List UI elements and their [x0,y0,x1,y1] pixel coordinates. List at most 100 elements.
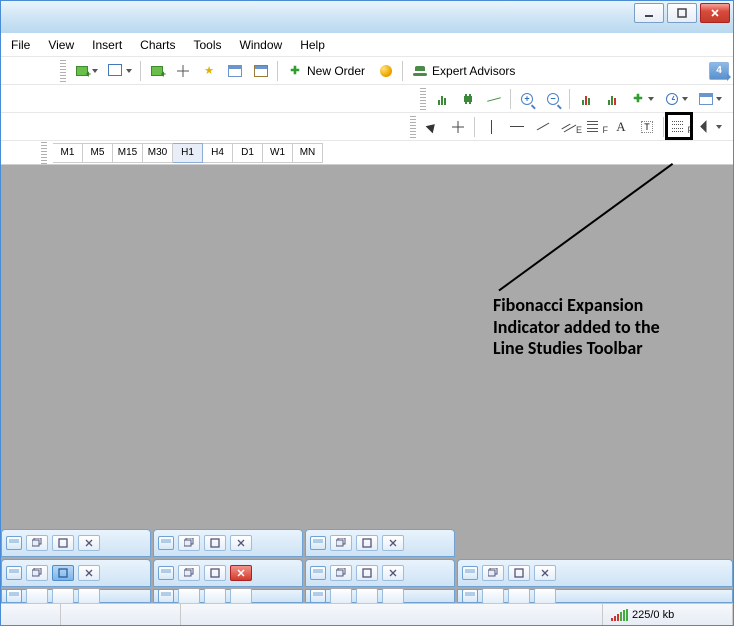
auto-scroll-button[interactable] [574,88,598,110]
indicators-button[interactable]: ✚ [626,88,658,110]
notifications-badge[interactable]: 4 [709,62,729,80]
equidistant-channel-button[interactable]: E [557,116,581,138]
zoom-in-button[interactable]: + [515,88,539,110]
bar-chart-button[interactable] [430,88,454,110]
mdi-window[interactable] [457,559,733,587]
window-minimize-button[interactable] [634,3,664,23]
mdi-close-button[interactable] [534,589,556,603]
line-chart-button[interactable] [482,88,506,110]
mdi-close-button[interactable] [78,589,100,603]
mdi-restore-button[interactable] [330,589,352,603]
periodicity-button[interactable] [660,88,692,110]
mdi-close-button[interactable] [78,565,100,581]
horizontal-line-button[interactable] [505,116,529,138]
timeframe-mn[interactable]: MN [293,143,323,163]
status-connection[interactable]: 225/0 kb [603,604,733,625]
templates-button[interactable] [694,88,726,110]
arrows-button[interactable] [694,116,726,138]
text-label-button[interactable]: T [635,116,659,138]
mdi-maximize-button[interactable] [356,535,378,551]
mdi-close-button[interactable] [230,535,252,551]
navigator-button[interactable] [171,60,195,82]
menu-file[interactable]: File [11,38,30,52]
mdi-close-button[interactable] [230,589,252,603]
timeframe-m5[interactable]: M5 [83,143,113,163]
timeframe-m15[interactable]: M15 [113,143,143,163]
new-order-button[interactable]: ✚ New Order [282,60,372,82]
toolbar-grip[interactable] [41,142,47,164]
menu-help[interactable]: Help [300,38,325,52]
profiles-button[interactable] [104,60,136,82]
mdi-window[interactable] [305,589,455,603]
mdi-maximize-button[interactable] [204,535,226,551]
menu-tools[interactable]: Tools [194,38,222,52]
expert-advisors-button[interactable]: Expert Advisors [407,60,522,82]
chart-shift-button[interactable] [600,88,624,110]
timeframe-d1[interactable]: D1 [233,143,263,163]
mdi-maximize-button[interactable] [356,589,378,603]
terminal-button[interactable] [223,60,247,82]
fibonacci-retracement-button[interactable]: F [583,116,607,138]
mdi-restore-button[interactable] [482,589,504,603]
mdi-restore-button[interactable] [330,565,352,581]
mdi-window[interactable] [305,559,455,587]
text-button[interactable]: A [609,116,633,138]
mdi-restore-button[interactable] [178,565,200,581]
fibonacci-expansion-button[interactable]: F [668,116,692,138]
mdi-window[interactable] [153,529,303,557]
mdi-close-button[interactable] [78,535,100,551]
cursor-button[interactable] [420,116,444,138]
vertical-line-button[interactable] [479,116,503,138]
menu-window[interactable]: Window [240,38,283,52]
mdi-restore-button[interactable] [26,589,48,603]
mdi-close-button[interactable] [230,565,252,581]
mdi-maximize-button[interactable] [508,565,530,581]
timeframe-m30[interactable]: M30 [143,143,173,163]
mdi-restore-button[interactable] [178,535,200,551]
mdi-restore-button[interactable] [26,535,48,551]
mdi-maximize-button[interactable] [204,565,226,581]
mdi-close-button[interactable] [382,565,404,581]
mdi-window[interactable] [457,589,733,603]
mdi-maximize-button[interactable] [52,589,74,603]
mdi-window[interactable] [305,529,455,557]
strategy-tester-button[interactable] [249,60,273,82]
data-window-button[interactable]: ★ [197,60,221,82]
mdi-window[interactable] [1,589,151,603]
mdi-maximize-button[interactable] [52,565,74,581]
mdi-restore-button[interactable] [330,535,352,551]
mdi-window[interactable] [1,559,151,587]
candlestick-button[interactable] [456,88,480,110]
timeframe-m1[interactable]: M1 [53,143,83,163]
zoom-out-button[interactable]: − [541,88,565,110]
mdi-close-button[interactable] [382,589,404,603]
mdi-window-active[interactable] [153,559,303,587]
toolbar-grip[interactable] [420,88,426,110]
toolbar-grip[interactable] [60,60,66,82]
mdi-restore-button[interactable] [482,565,504,581]
mdi-maximize-button[interactable] [356,565,378,581]
window-close-button[interactable] [700,3,730,23]
mdi-window[interactable] [153,589,303,603]
mdi-close-button[interactable] [534,565,556,581]
mdi-window[interactable] [1,529,151,557]
new-chart-button[interactable] [70,60,102,82]
menu-insert[interactable]: Insert [92,38,122,52]
toolbar-grip[interactable] [410,116,416,138]
mdi-maximize-button[interactable] [508,589,530,603]
crosshair-button[interactable] [446,116,470,138]
timeframe-h1[interactable]: H1 [173,143,203,163]
mdi-restore-button[interactable] [178,589,200,603]
menu-charts[interactable]: Charts [140,38,175,52]
chart-workspace[interactable]: Fibonacci Expansion Indicator added to t… [1,165,733,603]
timeframe-w1[interactable]: W1 [263,143,293,163]
timeframe-h4[interactable]: H4 [203,143,233,163]
menu-view[interactable]: View [48,38,74,52]
autotrading-button[interactable] [374,60,398,82]
mdi-maximize-button[interactable] [52,535,74,551]
mdi-restore-button[interactable] [26,565,48,581]
mdi-close-button[interactable] [382,535,404,551]
trendline-button[interactable] [531,116,555,138]
mdi-maximize-button[interactable] [204,589,226,603]
window-maximize-button[interactable] [667,3,697,23]
